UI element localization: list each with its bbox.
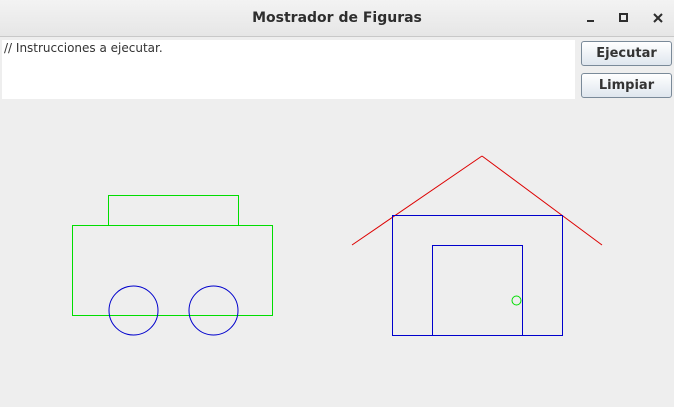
run-button[interactable]: Ejecutar bbox=[581, 41, 672, 66]
instructions-textarea[interactable]: // Instrucciones a ejecutar. bbox=[2, 40, 575, 99]
clear-button[interactable]: Limpiar bbox=[581, 73, 672, 98]
drawing-canvas bbox=[72, 155, 603, 336]
house-figure bbox=[351, 155, 603, 336]
car-cabin bbox=[108, 195, 239, 226]
house-roof-right bbox=[481, 155, 603, 246]
minimize-icon bbox=[587, 20, 594, 22]
window-title: Mostrador de Figuras bbox=[252, 10, 422, 26]
house-wall bbox=[392, 215, 563, 336]
car-figure bbox=[72, 195, 273, 336]
close-button[interactable] bbox=[649, 9, 667, 27]
house-door bbox=[432, 245, 523, 336]
minimize-button[interactable] bbox=[582, 9, 600, 27]
house-door-knob bbox=[511, 295, 522, 306]
car-wheel-left bbox=[108, 285, 159, 336]
title-bar: Mostrador de Figuras bbox=[0, 0, 674, 37]
maximize-button[interactable] bbox=[615, 9, 633, 27]
maximize-icon bbox=[619, 13, 628, 22]
car-body bbox=[72, 225, 273, 316]
app-window: Mostrador de Figuras // Instrucciones a … bbox=[0, 0, 674, 407]
house-roof-left bbox=[351, 155, 483, 246]
car-wheel-right bbox=[188, 285, 239, 336]
close-icon bbox=[653, 13, 663, 23]
